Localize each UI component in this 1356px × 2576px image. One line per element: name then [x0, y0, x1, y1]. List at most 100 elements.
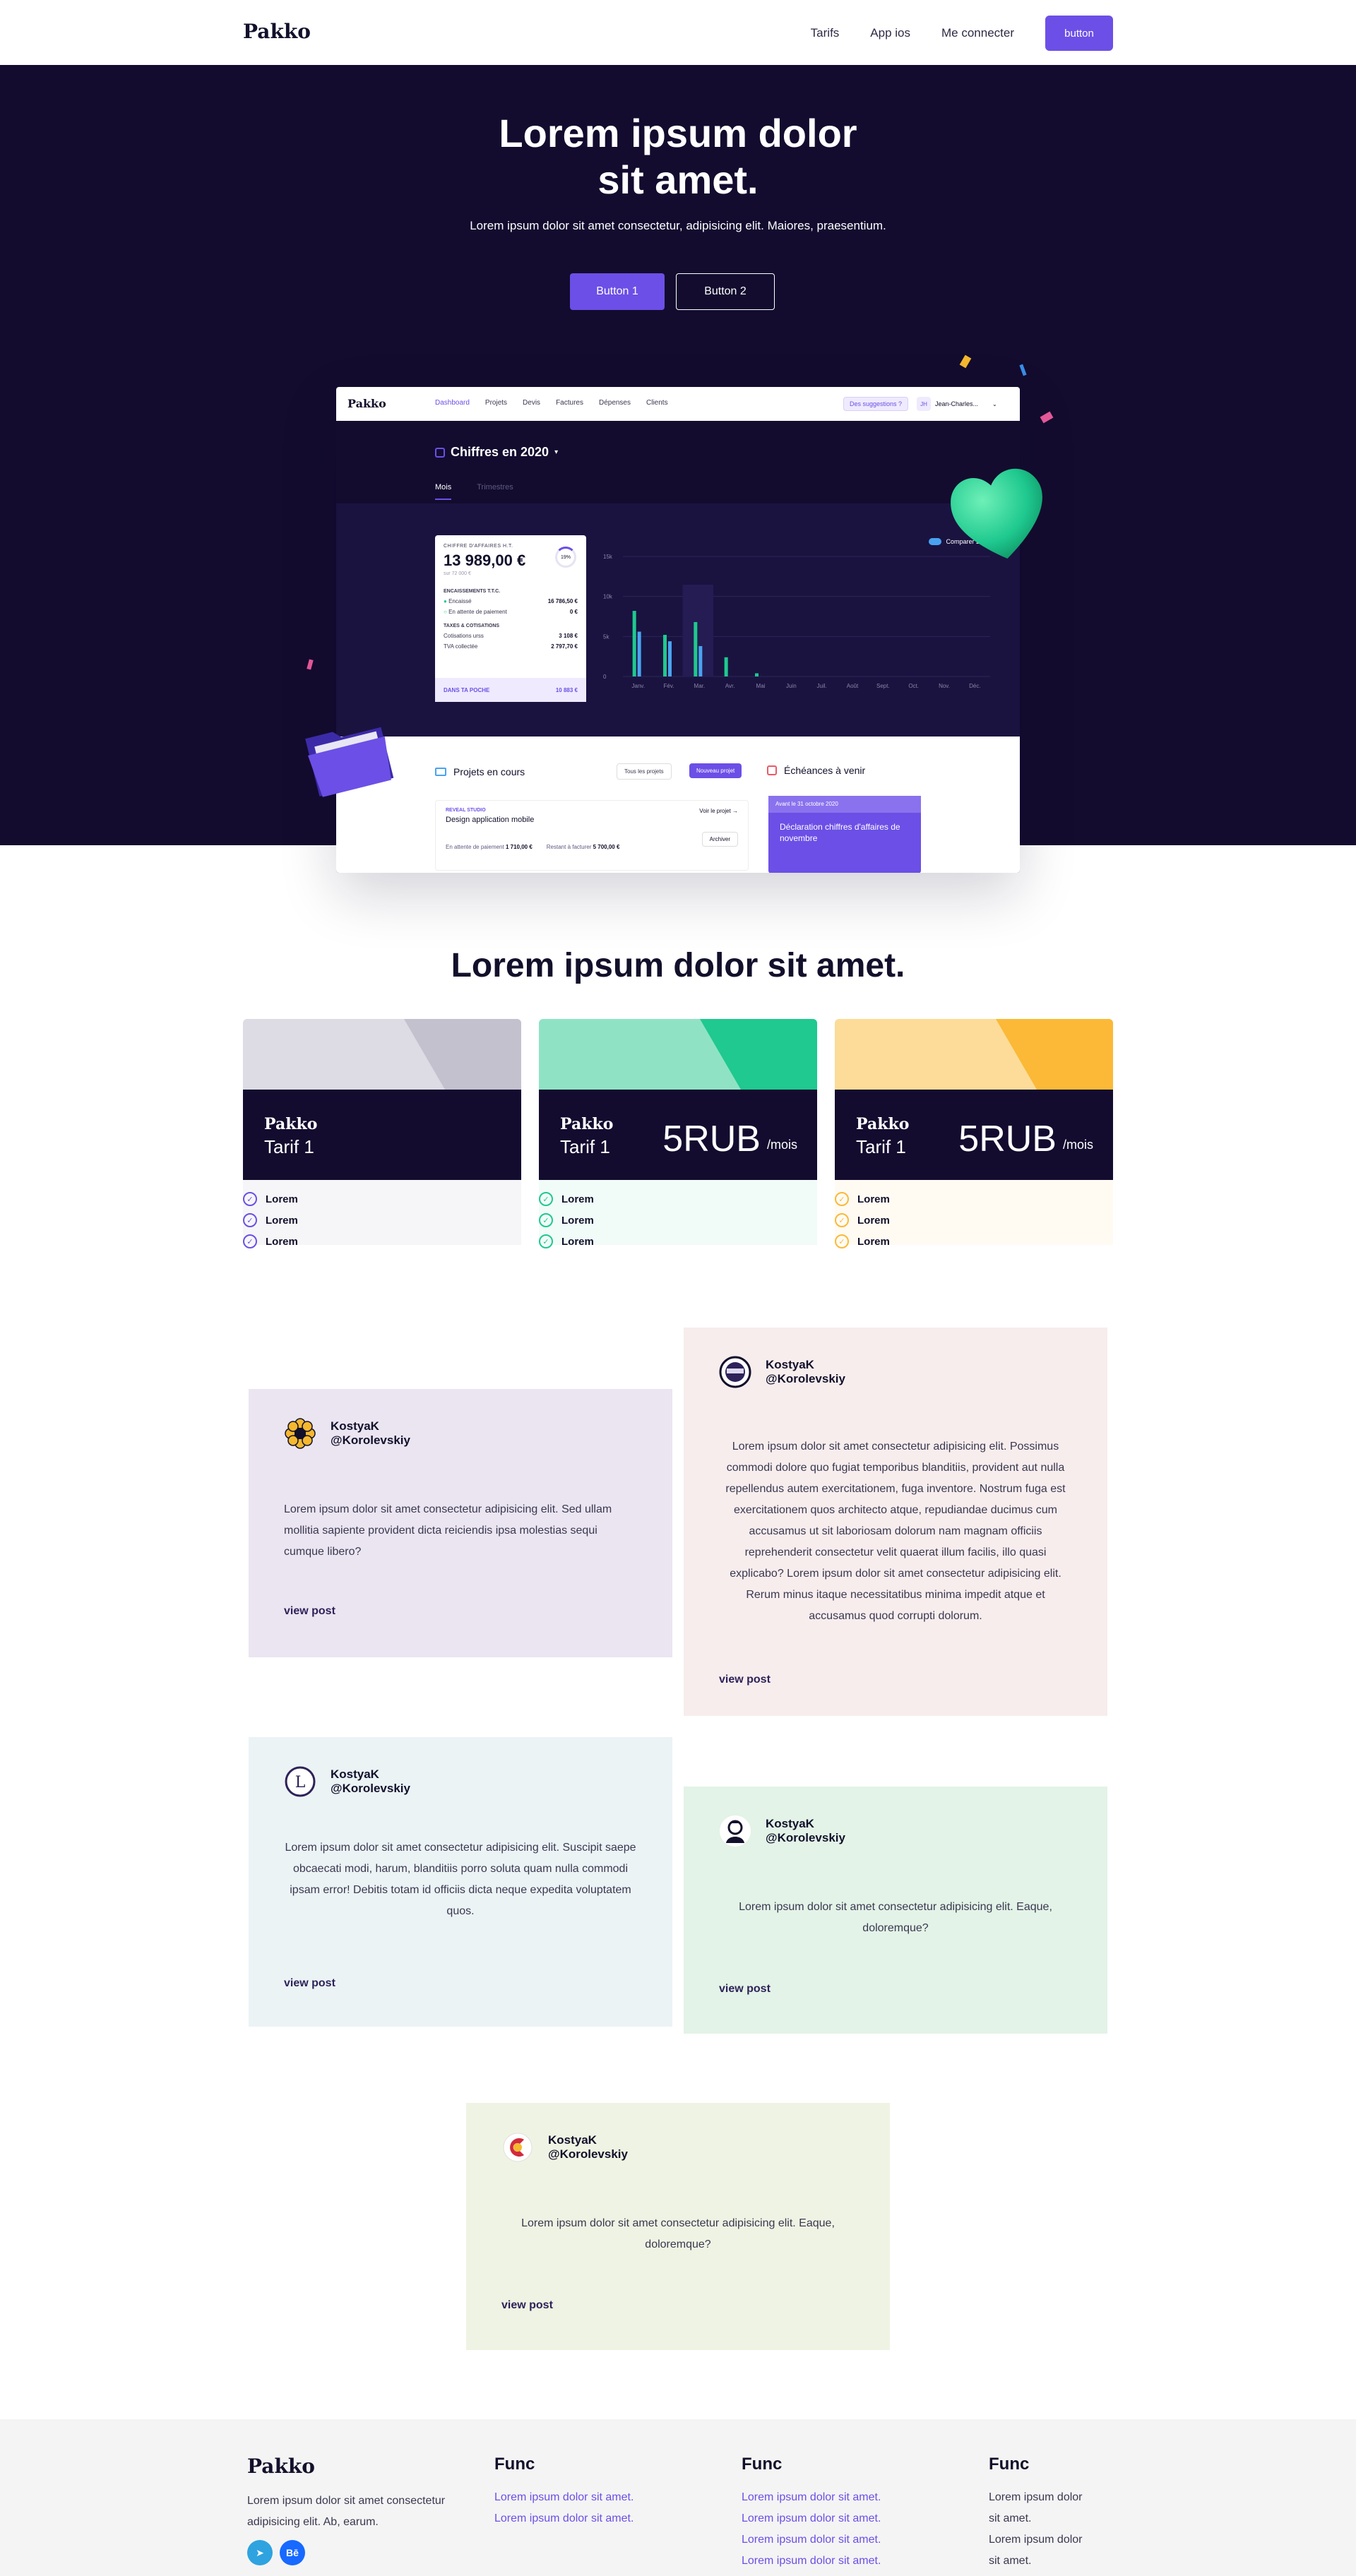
- avatar: JH: [917, 397, 931, 411]
- new-project-button[interactable]: Nouveau projet: [689, 763, 742, 778]
- nav-link-app-ios[interactable]: App ios: [870, 26, 910, 40]
- testimonial-text: Lorem ipsum dolor sit amet consectetur a…: [284, 1503, 612, 1558]
- deadline-card[interactable]: Avant le 31 octobre 2020 Déclaration chi…: [768, 796, 921, 873]
- footer-column: Func Lorem ipsum dolor sit amet. Lorem i…: [742, 2455, 953, 2572]
- footer-link[interactable]: Lorem ipsum dolor sit amet.: [742, 2487, 953, 2508]
- app-nav-depenses[interactable]: Dépenses: [599, 399, 631, 407]
- deadlines-title: Échéances à venir: [784, 765, 866, 776]
- author-handle: @Korolevskiy: [331, 1433, 410, 1447]
- bar: [724, 657, 728, 676]
- pricing-card-shape: [404, 1019, 521, 1090]
- enc-title: ENCAISSEMENTS T.T.C.: [444, 589, 501, 594]
- feature-label: Lorem: [561, 1193, 594, 1205]
- footer-text: Lorem ipsum dolor sit amet.: [989, 2491, 1083, 2524]
- pricing-tariff: Tarif 1: [264, 1136, 314, 1157]
- dashboard-bottom: Projets en cours Tous les projets Nouvea…: [336, 737, 1020, 873]
- calendar-icon: [767, 765, 777, 775]
- pricing-period: /mois: [766, 1138, 797, 1152]
- footer-logo[interactable]: Pakko: [247, 2455, 487, 2478]
- pricing-card-shape: [700, 1019, 817, 1090]
- pricing-features: ✓ Lorem ✓ Lorem ✓ Lorem: [835, 1180, 1113, 1248]
- pricing-card-header: [243, 1019, 521, 1090]
- behance-icon[interactable]: Bē: [280, 2540, 305, 2565]
- author: KostyaK @Korolevskiy: [331, 1767, 410, 1796]
- pricing-tariff: Tarif 1: [560, 1136, 610, 1157]
- view-post-link[interactable]: view post: [719, 1674, 771, 1686]
- hero-title-line2: sit amet.: [597, 157, 759, 202]
- pricing-logo: Pakko: [264, 1115, 318, 1133]
- pending-value: 1 710,00 €: [505, 844, 533, 850]
- footer-link[interactable]: Lorem ipsum dolor sit amet.: [494, 2487, 706, 2508]
- view-post-link[interactable]: view post: [719, 1983, 771, 1996]
- year-title: Chiffres en 2020: [451, 445, 549, 459]
- footer-column-title: Func: [494, 2455, 535, 2474]
- footer-link[interactable]: Lorem ipsum dolor sit amet.: [742, 2551, 953, 2572]
- app-nav-devis[interactable]: Devis: [523, 399, 540, 407]
- author-handle: @Korolevskiy: [766, 1372, 845, 1385]
- app-nav-factures[interactable]: Factures: [556, 399, 583, 407]
- folder-illustration: [305, 727, 394, 797]
- logo[interactable]: Pakko: [243, 20, 311, 43]
- user-menu[interactable]: JH Jean-Charles... ⌄: [917, 397, 997, 411]
- nav-link-tarifs[interactable]: Tarifs: [811, 26, 840, 40]
- x-tick-label: Mar.: [694, 683, 706, 689]
- see-project-link[interactable]: Voir le projet →: [699, 808, 738, 814]
- footer-link[interactable]: Lorem ipsum dolor sit amet.: [494, 2508, 706, 2529]
- testimonial-card: KostyaK @Korolevskiy Lorem ipsum dolor si…: [249, 1389, 672, 1657]
- chevron-down-icon: ⌄: [992, 400, 997, 407]
- feature-label: Lorem: [561, 1235, 594, 1248]
- caret-down-icon: ▾: [554, 448, 559, 456]
- feature-item: ✓ Lorem: [835, 1210, 1113, 1231]
- letter-l-avatar-icon: L: [284, 1765, 316, 1798]
- pricing-card[interactable]: Pakko Tarif 1 ✓ Lorem ✓ Lorem ✓ Lorem: [243, 1019, 521, 1248]
- tax-row: TVA collectée 2 797,70 €: [444, 643, 578, 650]
- hero-button-2[interactable]: Button 2: [676, 273, 775, 310]
- x-tick-label: Nov.: [939, 683, 950, 689]
- app-nav-clients[interactable]: Clients: [646, 399, 668, 407]
- view-post-link[interactable]: view post: [284, 1605, 335, 1618]
- suggestions-button[interactable]: Des suggestions ?: [843, 397, 909, 411]
- current-month-highlight: [682, 585, 713, 676]
- testimonial-header: KostyaK @Korolevskiy: [719, 1815, 1072, 1847]
- project-tag: REVEAL STUDIO: [446, 808, 486, 813]
- confetti-decoration: [1019, 364, 1027, 376]
- feature-label: Lorem: [266, 1235, 298, 1248]
- check-icon: ✓: [243, 1213, 257, 1227]
- telegram-icon[interactable]: ➤: [247, 2540, 273, 2565]
- x-tick-label: Sept.: [876, 683, 890, 689]
- social-links: ➤ Bē: [247, 2540, 487, 2565]
- x-tick-label: Janv.: [631, 683, 645, 689]
- pricing-card[interactable]: Pakko Tarif 1 5RUB /mois ✓ Lorem ✓ Lorem ✓…: [539, 1019, 817, 1248]
- archive-button[interactable]: Archiver: [701, 832, 738, 847]
- app-nav-dashboard[interactable]: Dashboard: [435, 399, 470, 407]
- pricing-card[interactable]: Pakko Tarif 1 5RUB /mois ✓ Lorem ✓ Lorem ✓…: [835, 1019, 1113, 1248]
- pricing-period: /mois: [1062, 1138, 1093, 1152]
- feature-label: Lorem: [266, 1193, 298, 1205]
- testimonial-card: L KostyaK @Korolevskiy Lorem ipsum dolor …: [249, 1737, 672, 2027]
- toggle-switch[interactable]: [929, 538, 942, 545]
- pricing-card-body: Pakko Tarif 1 5RUB /mois: [835, 1090, 1113, 1180]
- nav-cta-button[interactable]: button: [1045, 16, 1113, 51]
- testimonial-card: KostyaK @Korolevskiy Lorem ipsum dolor si…: [684, 1328, 1107, 1716]
- view-post-link[interactable]: view post: [501, 2299, 553, 2312]
- projects-title: Projets en cours: [453, 766, 525, 777]
- all-projects-button[interactable]: Tous les projets: [617, 763, 672, 780]
- heart-illustration: [951, 468, 1042, 559]
- hero-button-1[interactable]: Button 1: [570, 273, 665, 310]
- bar: [668, 641, 672, 676]
- sunflower-avatar-icon: [284, 1417, 316, 1450]
- tab-mois[interactable]: Mois: [435, 483, 452, 500]
- tab-trimestres[interactable]: Trimestres: [477, 483, 513, 500]
- pricing-price: 5RUB: [958, 1119, 1057, 1159]
- year-selector[interactable]: Chiffres en 2020 ▾: [435, 445, 558, 460]
- feature-item: ✓ Lorem: [835, 1231, 1113, 1252]
- portrait-avatar-icon: [719, 1815, 751, 1847]
- view-post-link[interactable]: view post: [284, 1977, 335, 1990]
- footer-column-title: Func: [742, 2455, 783, 2474]
- footer-link[interactable]: Lorem ipsum dolor sit amet.: [742, 2508, 953, 2529]
- app-nav-projets[interactable]: Projets: [485, 399, 507, 407]
- nav-link-login[interactable]: Me connecter: [941, 26, 1014, 40]
- bar: [755, 673, 759, 676]
- footer-link[interactable]: Lorem ipsum dolor sit amet.: [742, 2529, 953, 2551]
- project-name: Design application mobile: [446, 816, 535, 824]
